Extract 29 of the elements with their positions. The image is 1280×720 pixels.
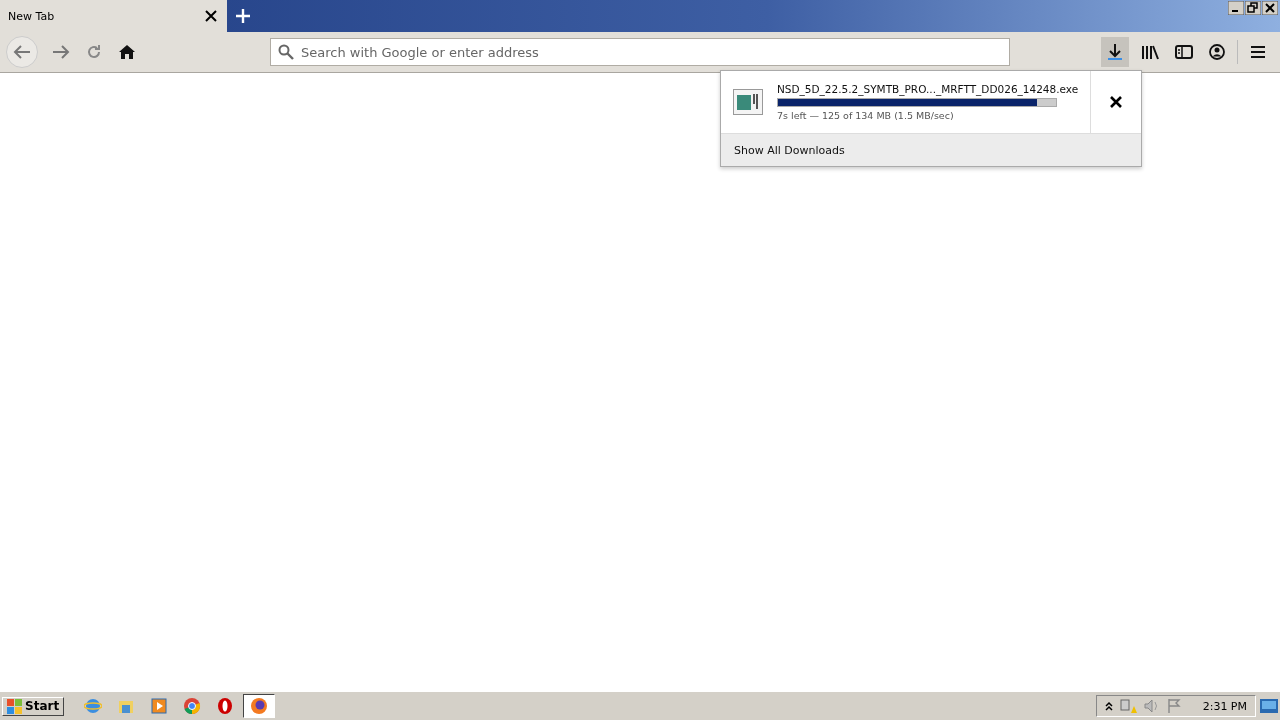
menu-icon[interactable] xyxy=(1250,45,1266,59)
restore-icon[interactable] xyxy=(1245,1,1261,15)
download-arrow-icon[interactable] xyxy=(1107,43,1123,61)
sidebar-icon[interactable] xyxy=(1175,44,1193,60)
address-bar[interactable]: Search with Google or enter address xyxy=(270,38,1010,66)
start-button[interactable]: Start xyxy=(2,696,65,716)
close-icon[interactable] xyxy=(205,10,217,22)
library-icon[interactable] xyxy=(1141,44,1159,60)
download-item[interactable]: NSD_5D_22.5.2_SYMTB_PRO..._MRFTT_DD026_14248.exe 7s left — 125 of 134 MB (1.5 MB/sec) xyxy=(721,71,1092,133)
back-arrow-icon[interactable] xyxy=(13,44,31,60)
browser-tab[interactable]: New Tab xyxy=(0,0,227,32)
file-icon xyxy=(733,89,763,115)
reload-icon[interactable] xyxy=(86,44,102,60)
file-name: NSD_5D_22.5.2_SYMTB_PRO..._MRFTT_DD026_14248.exe xyxy=(777,83,1079,95)
close-icon[interactable] xyxy=(1110,96,1123,108)
forward-icon[interactable] xyxy=(52,44,70,60)
clock: 2:31 PM xyxy=(1202,699,1247,713)
download-button[interactable] xyxy=(1101,37,1129,67)
back-button[interactable] xyxy=(6,36,38,68)
chevron-up-icon[interactable] xyxy=(1104,701,1113,711)
home-icon[interactable] xyxy=(118,44,136,60)
firefox-app-icon[interactable] xyxy=(243,694,276,718)
close-icon[interactable] xyxy=(1262,1,1278,15)
account-icon[interactable] xyxy=(1209,44,1225,60)
download-status: 7s left — 125 of 134 MB (1.5 MB/sec) xyxy=(777,110,955,121)
show-all-downloads-button[interactable]: Show All Downloads xyxy=(721,134,1141,166)
plus-icon[interactable] xyxy=(236,9,250,23)
minimize-icon[interactable] xyxy=(1228,1,1244,15)
search-icon xyxy=(278,44,294,60)
